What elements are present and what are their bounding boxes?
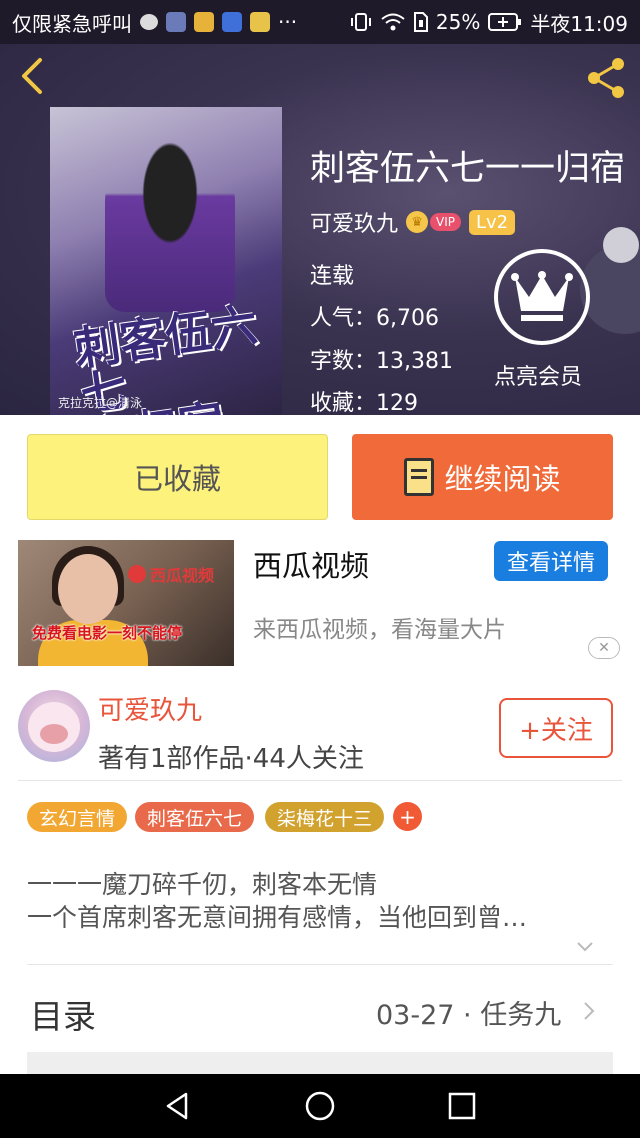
expand-chevron-icon[interactable]	[576, 938, 594, 956]
ad-title: 西瓜视频	[253, 549, 370, 583]
continue-reading-label: 继续阅读	[444, 462, 561, 496]
favorites-count: 收藏：129	[310, 391, 418, 415]
member-button[interactable]	[494, 249, 590, 345]
book-title: 刺客伍六七一一归宿	[310, 149, 626, 189]
nav-back-icon[interactable]	[160, 1088, 196, 1124]
member-label: 点亮会员	[494, 365, 583, 390]
follow-button[interactable]: +关注	[499, 698, 613, 758]
side-panel-knob[interactable]	[603, 227, 639, 263]
continue-reading-button[interactable]: 继续阅读	[352, 434, 613, 520]
book-header: 刺客伍六七 之归宿 克拉克拉@清泳 刺客伍六七一一归宿 可爱玖九 ♛ VIP L…	[0, 44, 640, 415]
ad-detail-button[interactable]: 查看详情	[494, 541, 608, 581]
author-avatar[interactable]	[18, 690, 90, 762]
tag-item[interactable]: 玄幻言情	[27, 802, 128, 832]
synopsis-line: 一一一魔刀碎千仞，刺客本无情	[27, 870, 378, 899]
serial-status: 连载	[310, 264, 355, 289]
word-count: 字数：13,381	[310, 349, 453, 374]
clock: 半夜11:09	[530, 11, 628, 36]
cover-credit: 克拉克拉@清泳	[58, 396, 143, 410]
weibo-icon	[194, 12, 214, 32]
author-name[interactable]: 可爱玖九	[310, 206, 398, 238]
chevron-right-icon[interactable]	[580, 1000, 598, 1022]
battery-icon	[488, 13, 522, 31]
author-card-stats: 著有1部作品·44人关注	[98, 744, 364, 774]
tag-item[interactable]: 刺客伍六七	[135, 802, 255, 832]
system-nav-bar	[0, 1074, 640, 1138]
nav-home-icon[interactable]	[302, 1088, 338, 1124]
ad-close-icon[interactable]: ✕	[588, 637, 620, 659]
cover-artwork	[105, 142, 235, 312]
toc-label[interactable]: 目录	[30, 990, 96, 1038]
status-bar: 仅限紧急呼叫 ··· 25% 半夜11:09	[0, 0, 640, 44]
wechat-icon	[140, 14, 158, 30]
sim-card-icon	[413, 12, 428, 32]
book-cover[interactable]: 刺客伍六七 之归宿 克拉克拉@清泳	[50, 107, 282, 415]
back-icon[interactable]	[14, 56, 54, 96]
synopsis-line: 一个首席刺客无意间拥有感情，当他回到曾…	[27, 903, 528, 932]
wifi-icon	[381, 13, 405, 31]
chat-app-icon	[250, 12, 270, 32]
toc-latest-chapter[interactable]: 03-27 · 任务九	[376, 993, 561, 1032]
crown-icon	[511, 271, 573, 321]
security-app-icon	[166, 12, 186, 32]
ad-thumbnail[interactable]: 西瓜视频 免费看电影一刻不能停	[18, 540, 234, 666]
ad-slogan: 免费看电影一刻不能停	[32, 624, 183, 642]
add-tag-button[interactable]: +	[393, 802, 422, 831]
divider	[18, 780, 622, 781]
more-notifications-icon: ···	[278, 10, 298, 34]
baidu-icon	[222, 12, 242, 32]
author-row: 可爱玖九 ♛ VIP Lv2	[310, 206, 516, 238]
battery-percent: 25%	[435, 10, 481, 34]
book-icon	[404, 458, 435, 496]
author-card-name[interactable]: 可爱玖九	[98, 690, 202, 727]
nav-recents-icon[interactable]	[444, 1088, 480, 1124]
share-icon[interactable]	[584, 56, 628, 100]
ad-description: 来西瓜视频，看海量大片	[253, 617, 506, 643]
popularity-count: 人气：6,706	[310, 306, 439, 331]
divider	[27, 964, 613, 965]
vip-badge: ♛ VIP	[406, 211, 461, 233]
chapter-list-preview	[27, 1052, 613, 1074]
level-badge: Lv2	[469, 209, 516, 235]
vibrate-icon	[350, 13, 371, 31]
status-notice: 仅限紧急呼叫	[12, 11, 132, 36]
play-icon	[128, 565, 146, 583]
ad-brand: 西瓜视频	[128, 562, 214, 586]
tag-item[interactable]: 柒梅花十三	[265, 802, 385, 832]
collected-button[interactable]: 已收藏	[27, 434, 328, 520]
crown-icon: ♛	[406, 211, 429, 233]
